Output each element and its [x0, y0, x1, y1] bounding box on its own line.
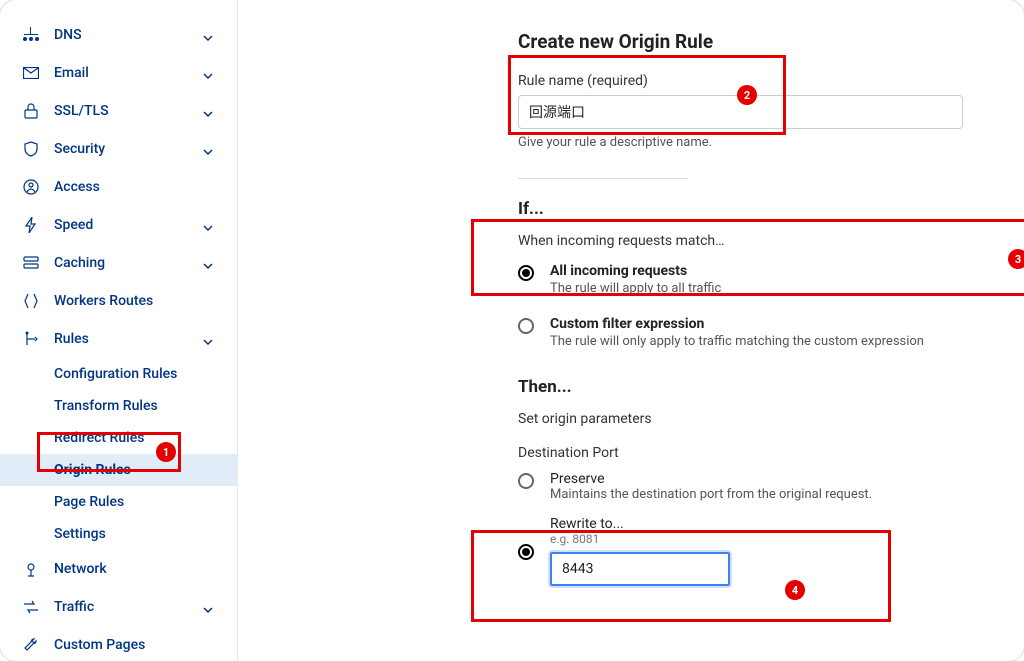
- sidebar-item-dns[interactable]: DNS: [0, 16, 237, 54]
- sidebar-item-label: Access: [54, 179, 215, 195]
- sidebar-item-network[interactable]: Network: [0, 550, 237, 588]
- radio-preserve[interactable]: Preserve Maintains the destination port …: [518, 471, 1004, 502]
- wrench-icon: [22, 636, 40, 654]
- sidebar-item-label: Traffic: [54, 599, 203, 615]
- chevron-down-icon: [203, 29, 215, 41]
- sidebar-item-workers[interactable]: Workers Routes: [0, 282, 237, 320]
- rewrite-label: Rewrite to...: [550, 516, 1004, 532]
- email-icon: [22, 64, 40, 82]
- sidebar-item-label: SSL/TLS: [54, 103, 203, 119]
- rule-name-hint: Give your rule a descriptive name.: [518, 135, 1004, 150]
- sidebar-item-rules[interactable]: Rules: [0, 320, 237, 358]
- sidebar-item-email[interactable]: Email: [0, 54, 237, 92]
- sidebar-subitem-page-rules[interactable]: Page Rules: [0, 486, 237, 518]
- chevron-down-icon: [203, 105, 215, 117]
- sidebar-item-security[interactable]: Security: [0, 130, 237, 168]
- traffic-icon: [22, 598, 40, 616]
- sidebar-item-speed[interactable]: Speed: [0, 206, 237, 244]
- chevron-down-icon: [203, 67, 215, 79]
- then-heading: Then...: [518, 377, 1004, 397]
- radio-all-title: All incoming requests: [550, 263, 1004, 279]
- sidebar-item-label: Rules: [54, 331, 203, 347]
- port-input[interactable]: [550, 552, 730, 586]
- sidebar-item-label: Caching: [54, 255, 203, 271]
- sidebar-item-label: DNS: [54, 27, 203, 43]
- radio-all-desc: The rule will apply to all traffic: [550, 281, 1004, 296]
- bolt-icon: [22, 216, 40, 234]
- rule-name-section: Rule name (required) Give your rule a de…: [518, 73, 1004, 150]
- radio-button[interactable]: [518, 265, 534, 281]
- sidebar-item-label: Email: [54, 65, 203, 81]
- sidebar-item-label: Network: [54, 561, 215, 577]
- access-icon: [22, 178, 40, 196]
- rewrite-example: e.g. 8081: [550, 532, 1004, 546]
- radio-button[interactable]: [518, 544, 534, 560]
- sidebar-item-label: Custom Pages: [54, 637, 215, 653]
- network-icon: [22, 560, 40, 578]
- chevron-down-icon: [203, 601, 215, 613]
- rules-subitems: Configuration Rules Transform Rules Redi…: [0, 358, 237, 550]
- radio-custom-title: Custom filter expression: [550, 316, 1004, 332]
- radio-all-requests[interactable]: All incoming requests The rule will appl…: [518, 263, 1004, 296]
- preserve-label: Preserve: [550, 471, 1004, 487]
- sidebar-item-ssl[interactable]: SSL/TLS: [0, 92, 237, 130]
- dest-port-label: Destination Port: [518, 445, 1004, 461]
- rules-icon: [22, 330, 40, 348]
- sidebar-item-label: Speed: [54, 217, 203, 233]
- sidebar-item-label: Workers Routes: [54, 293, 215, 309]
- radio-rewrite[interactable]: Rewrite to... e.g. 8081: [518, 516, 1004, 586]
- sidebar-subitem-settings[interactable]: Settings: [0, 518, 237, 550]
- then-sub: Set origin parameters: [518, 411, 1004, 427]
- if-subheading: When incoming requests match…: [518, 233, 1004, 249]
- sidebar-item-access[interactable]: Access: [0, 168, 237, 206]
- chevron-down-icon: [203, 143, 215, 155]
- rule-name-input[interactable]: [518, 95, 963, 129]
- dns-icon: [22, 26, 40, 44]
- radio-custom-filter[interactable]: Custom filter expression The rule will o…: [518, 316, 1004, 349]
- sidebar: DNS Email SSL/TLS Security Access Speed: [0, 0, 238, 661]
- workers-icon: [22, 292, 40, 310]
- sidebar-subitem-configuration-rules[interactable]: Configuration Rules: [0, 358, 237, 390]
- divider: [518, 178, 688, 179]
- then-section: Then... Set origin parameters Destinatio…: [518, 377, 1004, 586]
- sidebar-subitem-transform-rules[interactable]: Transform Rules: [0, 390, 237, 422]
- sidebar-subitem-origin-rules[interactable]: Origin Rules: [0, 454, 237, 486]
- sidebar-item-label: Security: [54, 141, 203, 157]
- page-title: Create new Origin Rule: [518, 30, 1004, 53]
- preserve-desc: Maintains the destination port from the …: [550, 487, 1004, 502]
- if-section: If... When incoming requests match… All …: [518, 199, 1004, 349]
- radio-button[interactable]: [518, 473, 534, 489]
- sidebar-item-caching[interactable]: Caching: [0, 244, 237, 282]
- sidebar-item-traffic[interactable]: Traffic: [0, 588, 237, 626]
- chevron-down-icon: [203, 257, 215, 269]
- if-heading: If...: [518, 199, 1004, 219]
- sidebar-subitem-redirect-rules[interactable]: Redirect Rules: [0, 422, 237, 454]
- cache-icon: [22, 254, 40, 272]
- chevron-down-icon: [203, 219, 215, 231]
- chevron-up-icon: [203, 333, 215, 345]
- shield-icon: [22, 140, 40, 158]
- main-content: Create new Origin Rule Rule name (requir…: [238, 0, 1024, 661]
- radio-custom-desc: The rule will only apply to traffic matc…: [550, 334, 1004, 349]
- lock-icon: [22, 102, 40, 120]
- sidebar-item-custom-pages[interactable]: Custom Pages: [0, 626, 237, 661]
- radio-button[interactable]: [518, 318, 534, 334]
- rule-name-label: Rule name (required): [518, 73, 1004, 89]
